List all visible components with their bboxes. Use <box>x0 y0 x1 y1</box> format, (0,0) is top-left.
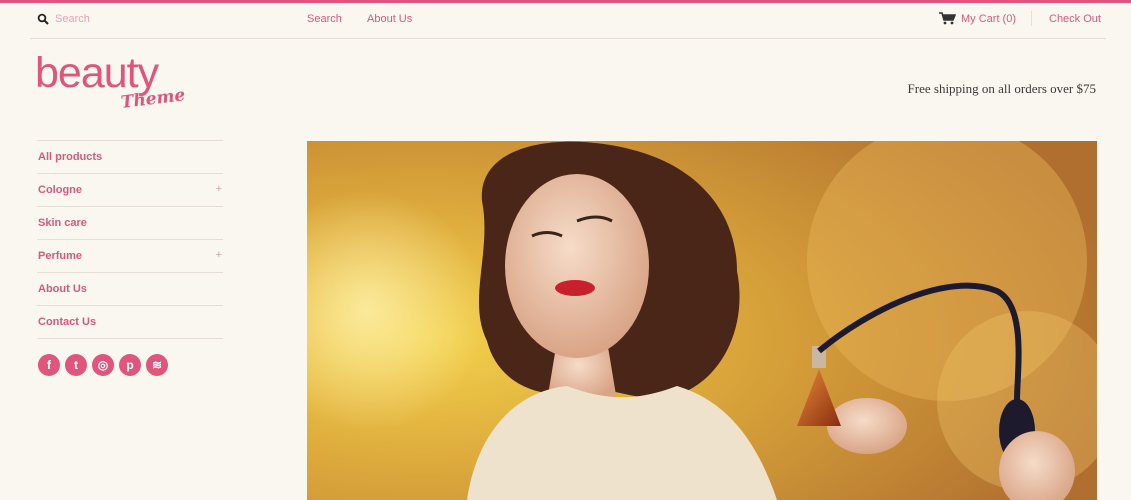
sidebar-item-skin-care[interactable]: Skin care <box>37 206 223 239</box>
logo-word: beauty <box>35 49 159 97</box>
shipping-banner: Free shipping on all orders over $75 <box>907 81 1096 96</box>
facebook-icon[interactable]: f <box>38 354 60 376</box>
sidebar-item-label: Skin care <box>38 217 87 229</box>
search-icon[interactable] <box>37 13 49 25</box>
sidebar-item-perfume[interactable]: Perfume + <box>37 239 223 272</box>
sidebar-item-label: About Us <box>38 283 87 295</box>
nav-search-link[interactable]: Search <box>307 13 342 25</box>
expand-icon[interactable]: + <box>216 183 222 195</box>
top-accent-bar <box>0 0 1131 3</box>
nav-about-us-link[interactable]: About Us <box>367 13 412 25</box>
hero-illustration <box>307 141 1097 500</box>
checkout-link[interactable]: Check Out <box>1049 13 1101 25</box>
sidebar-item-label: Cologne <box>38 184 82 196</box>
expand-icon[interactable]: + <box>216 249 222 261</box>
sidebar-item-label: Perfume <box>38 250 83 262</box>
search-input[interactable] <box>55 10 235 28</box>
sidebar-item-all-products[interactable]: All products <box>37 140 223 173</box>
header-divider <box>30 38 1106 39</box>
cart-icon[interactable] <box>939 12 956 25</box>
sidebar-item-about-us[interactable]: About Us <box>37 272 223 305</box>
hero-image[interactable] <box>307 141 1097 500</box>
pinterest-icon[interactable]: p <box>119 354 141 376</box>
instagram-icon[interactable]: ◎ <box>92 354 114 376</box>
sidebar-nav: All products Cologne + Skin care Perfume… <box>37 140 223 339</box>
twitter-icon[interactable]: t <box>65 354 87 376</box>
sidebar-item-cologne[interactable]: Cologne + <box>37 173 223 206</box>
sidebar-item-label: Contact Us <box>38 316 97 328</box>
rss-icon[interactable]: ≋ <box>146 354 168 376</box>
sidebar-item-contact-us[interactable]: Contact Us <box>37 305 223 339</box>
sidebar-item-label: All products <box>38 151 103 163</box>
my-cart-link[interactable]: My Cart (0) <box>961 13 1016 25</box>
topbar-divider <box>1031 11 1032 26</box>
